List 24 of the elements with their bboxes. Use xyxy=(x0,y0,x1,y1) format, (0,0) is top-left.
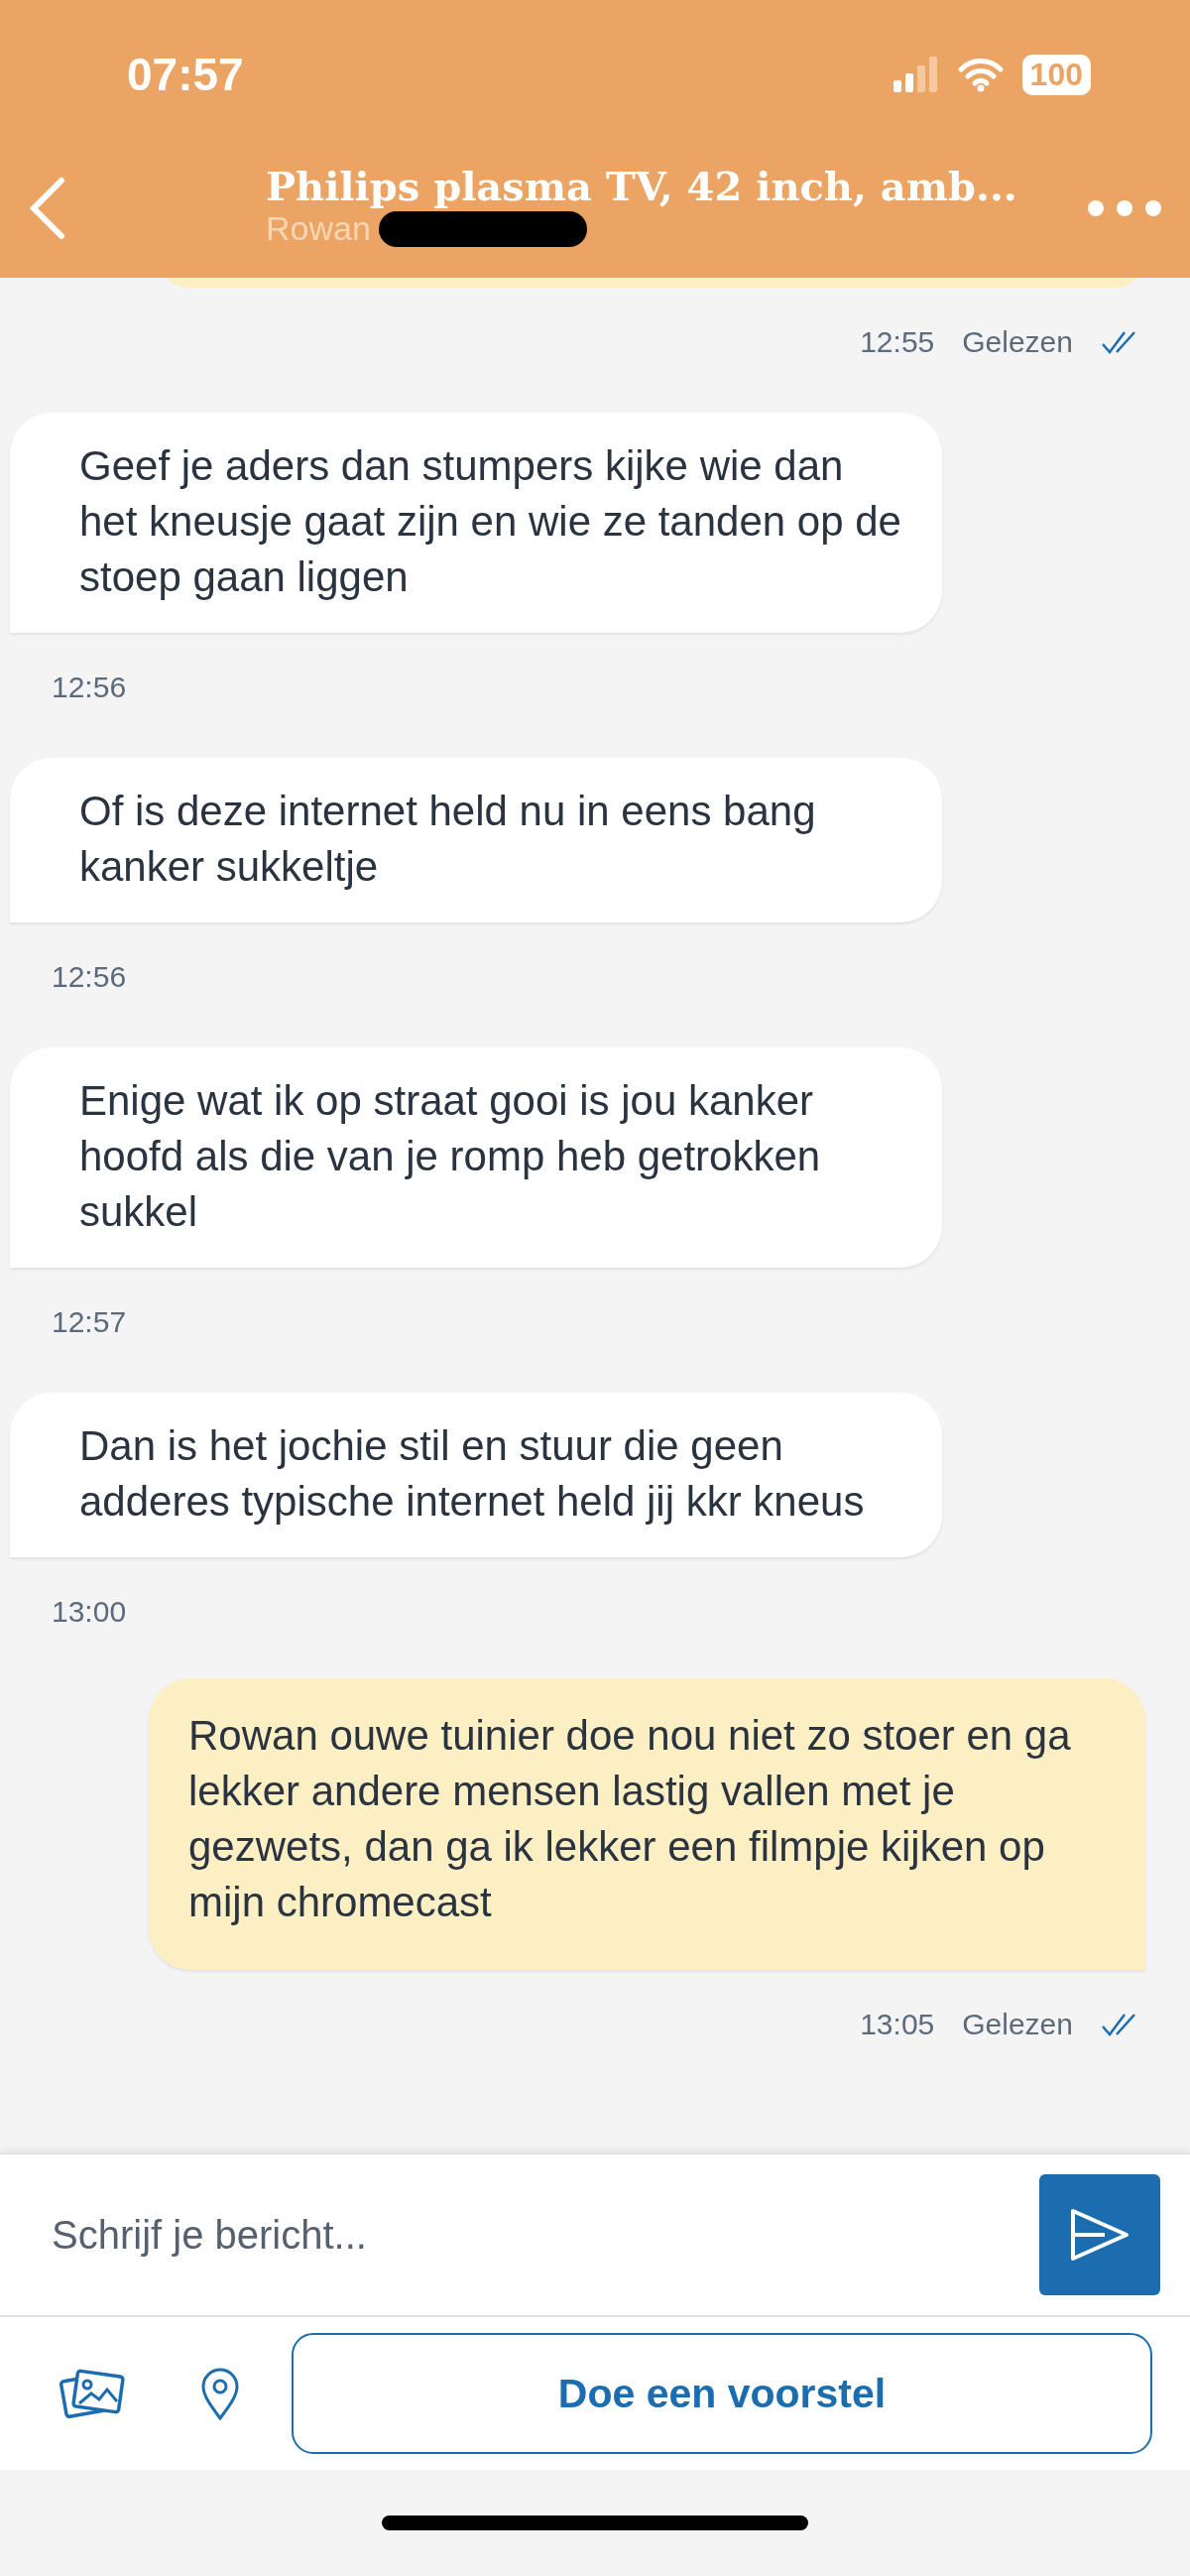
message-time: 12:56 xyxy=(52,960,127,994)
message-bubble: Of is deze internet held nu in eens bang kanker sukkeltje xyxy=(10,758,942,922)
message-bubble: Geef je aders dan stumpers kijke wie dan het kneusje gaat zijn en wie ze tanden op de stoep gaan liggen xyxy=(10,413,942,633)
battery-indicator: 100 xyxy=(1021,54,1091,95)
message-time: 13:00 xyxy=(52,1595,127,1629)
message-bubble: Dan is het jochie stil en stuur die geen adderes typische internet held jij kkr kneus xyxy=(10,1393,942,1557)
message-bubble: Rowan ouwe tuinier doe nou niet zo stoer en ga lekker andere mensen lastig vallen met je gezwets, dan ga ik lekker een filmpje kijken op mijn chromecast xyxy=(149,1678,1145,1970)
message-time: 12:56 xyxy=(52,671,127,704)
contact-name: Rowan xyxy=(266,209,371,248)
message-time: 13:05 xyxy=(860,2008,935,2041)
send-button[interactable] xyxy=(1039,2174,1160,2295)
location-pin-icon[interactable] xyxy=(200,2367,240,2420)
signal-icon xyxy=(892,57,939,92)
status-time: 07:57 xyxy=(127,48,244,101)
photos-icon[interactable] xyxy=(60,2368,125,2419)
message-time: 12:55 xyxy=(860,325,935,359)
message-time: 12:57 xyxy=(52,1305,127,1339)
message-bubble: Enige wat ik op straat gooi is jou kanker hoofd als die van je romp heb getrokken sukkel xyxy=(10,1047,942,1268)
send-icon xyxy=(1069,2207,1130,2263)
read-status: Gelezen xyxy=(962,325,1073,359)
wifi-icon xyxy=(956,57,1005,92)
read-status: Gelezen xyxy=(962,2008,1073,2041)
make-offer-button[interactable]: Doe een voorstel xyxy=(292,2333,1152,2454)
listing-title: Philips plasma TV, 42 inch, amb... xyxy=(266,163,1018,209)
